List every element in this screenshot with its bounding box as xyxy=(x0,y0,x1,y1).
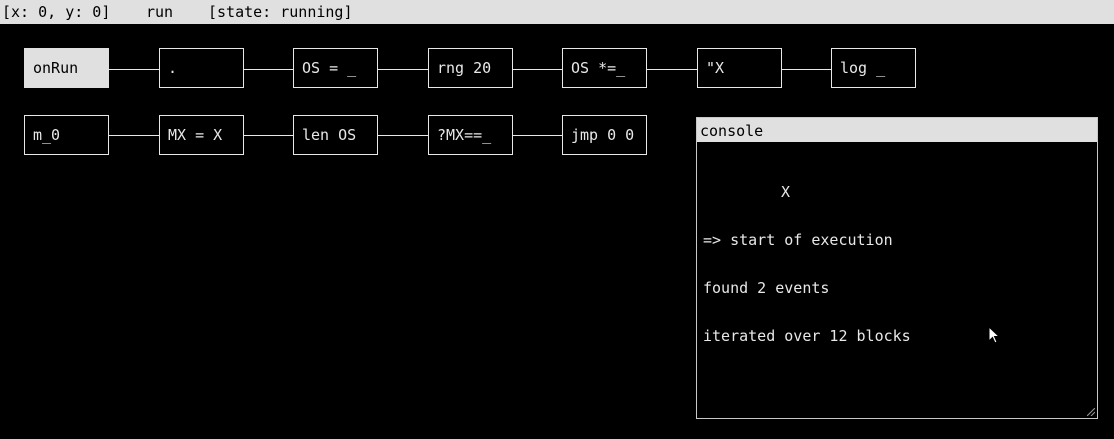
console-line: => start of execution xyxy=(703,231,893,249)
connector xyxy=(243,135,294,136)
block-mx-compare[interactable]: ?MX==_ xyxy=(428,115,513,155)
resize-grip-icon[interactable] xyxy=(1087,408,1095,416)
connector xyxy=(781,69,832,70)
block-onrun[interactable]: onRun xyxy=(24,48,109,88)
connector xyxy=(377,69,428,70)
mouse-pointer-icon xyxy=(988,326,1000,344)
console-title: console xyxy=(697,118,1097,142)
cursor-coordinates: [x: 0, y: 0] xyxy=(2,3,111,21)
block-mx-assign[interactable]: MX = X xyxy=(159,115,244,155)
console-line: iterated over 12 blocks xyxy=(703,327,911,345)
run-mode-label[interactable]: run xyxy=(146,0,173,24)
block-len-os[interactable]: len OS xyxy=(293,115,378,155)
block-m0[interactable]: m_0 xyxy=(24,115,109,155)
block-jmp[interactable]: jmp 0 0 xyxy=(562,115,647,155)
connector xyxy=(512,69,563,70)
connector xyxy=(109,69,160,70)
block-os-assign[interactable]: OS = _ xyxy=(293,48,378,88)
block-log[interactable]: log _ xyxy=(831,48,916,88)
console-panel[interactable]: console X => start of execution found 2 … xyxy=(696,117,1098,419)
connector xyxy=(377,135,428,136)
status-bar: [x: 0, y: 0] run [state: running] xyxy=(0,0,1114,24)
connector xyxy=(512,135,563,136)
connector xyxy=(109,135,160,136)
block-os-multiply[interactable]: OS *=_ xyxy=(562,48,647,88)
block-string-x[interactable]: "X xyxy=(697,48,782,88)
connector xyxy=(243,69,294,70)
console-header-line: X xyxy=(781,183,791,201)
console-output: X => start of execution found 2 events i… xyxy=(703,152,911,376)
connector xyxy=(646,69,698,70)
console-line: found 2 events xyxy=(703,279,830,297)
block-rng[interactable]: rng 20 xyxy=(428,48,513,88)
block-dot[interactable]: . xyxy=(159,48,244,88)
execution-state: [state: running] xyxy=(208,3,353,21)
